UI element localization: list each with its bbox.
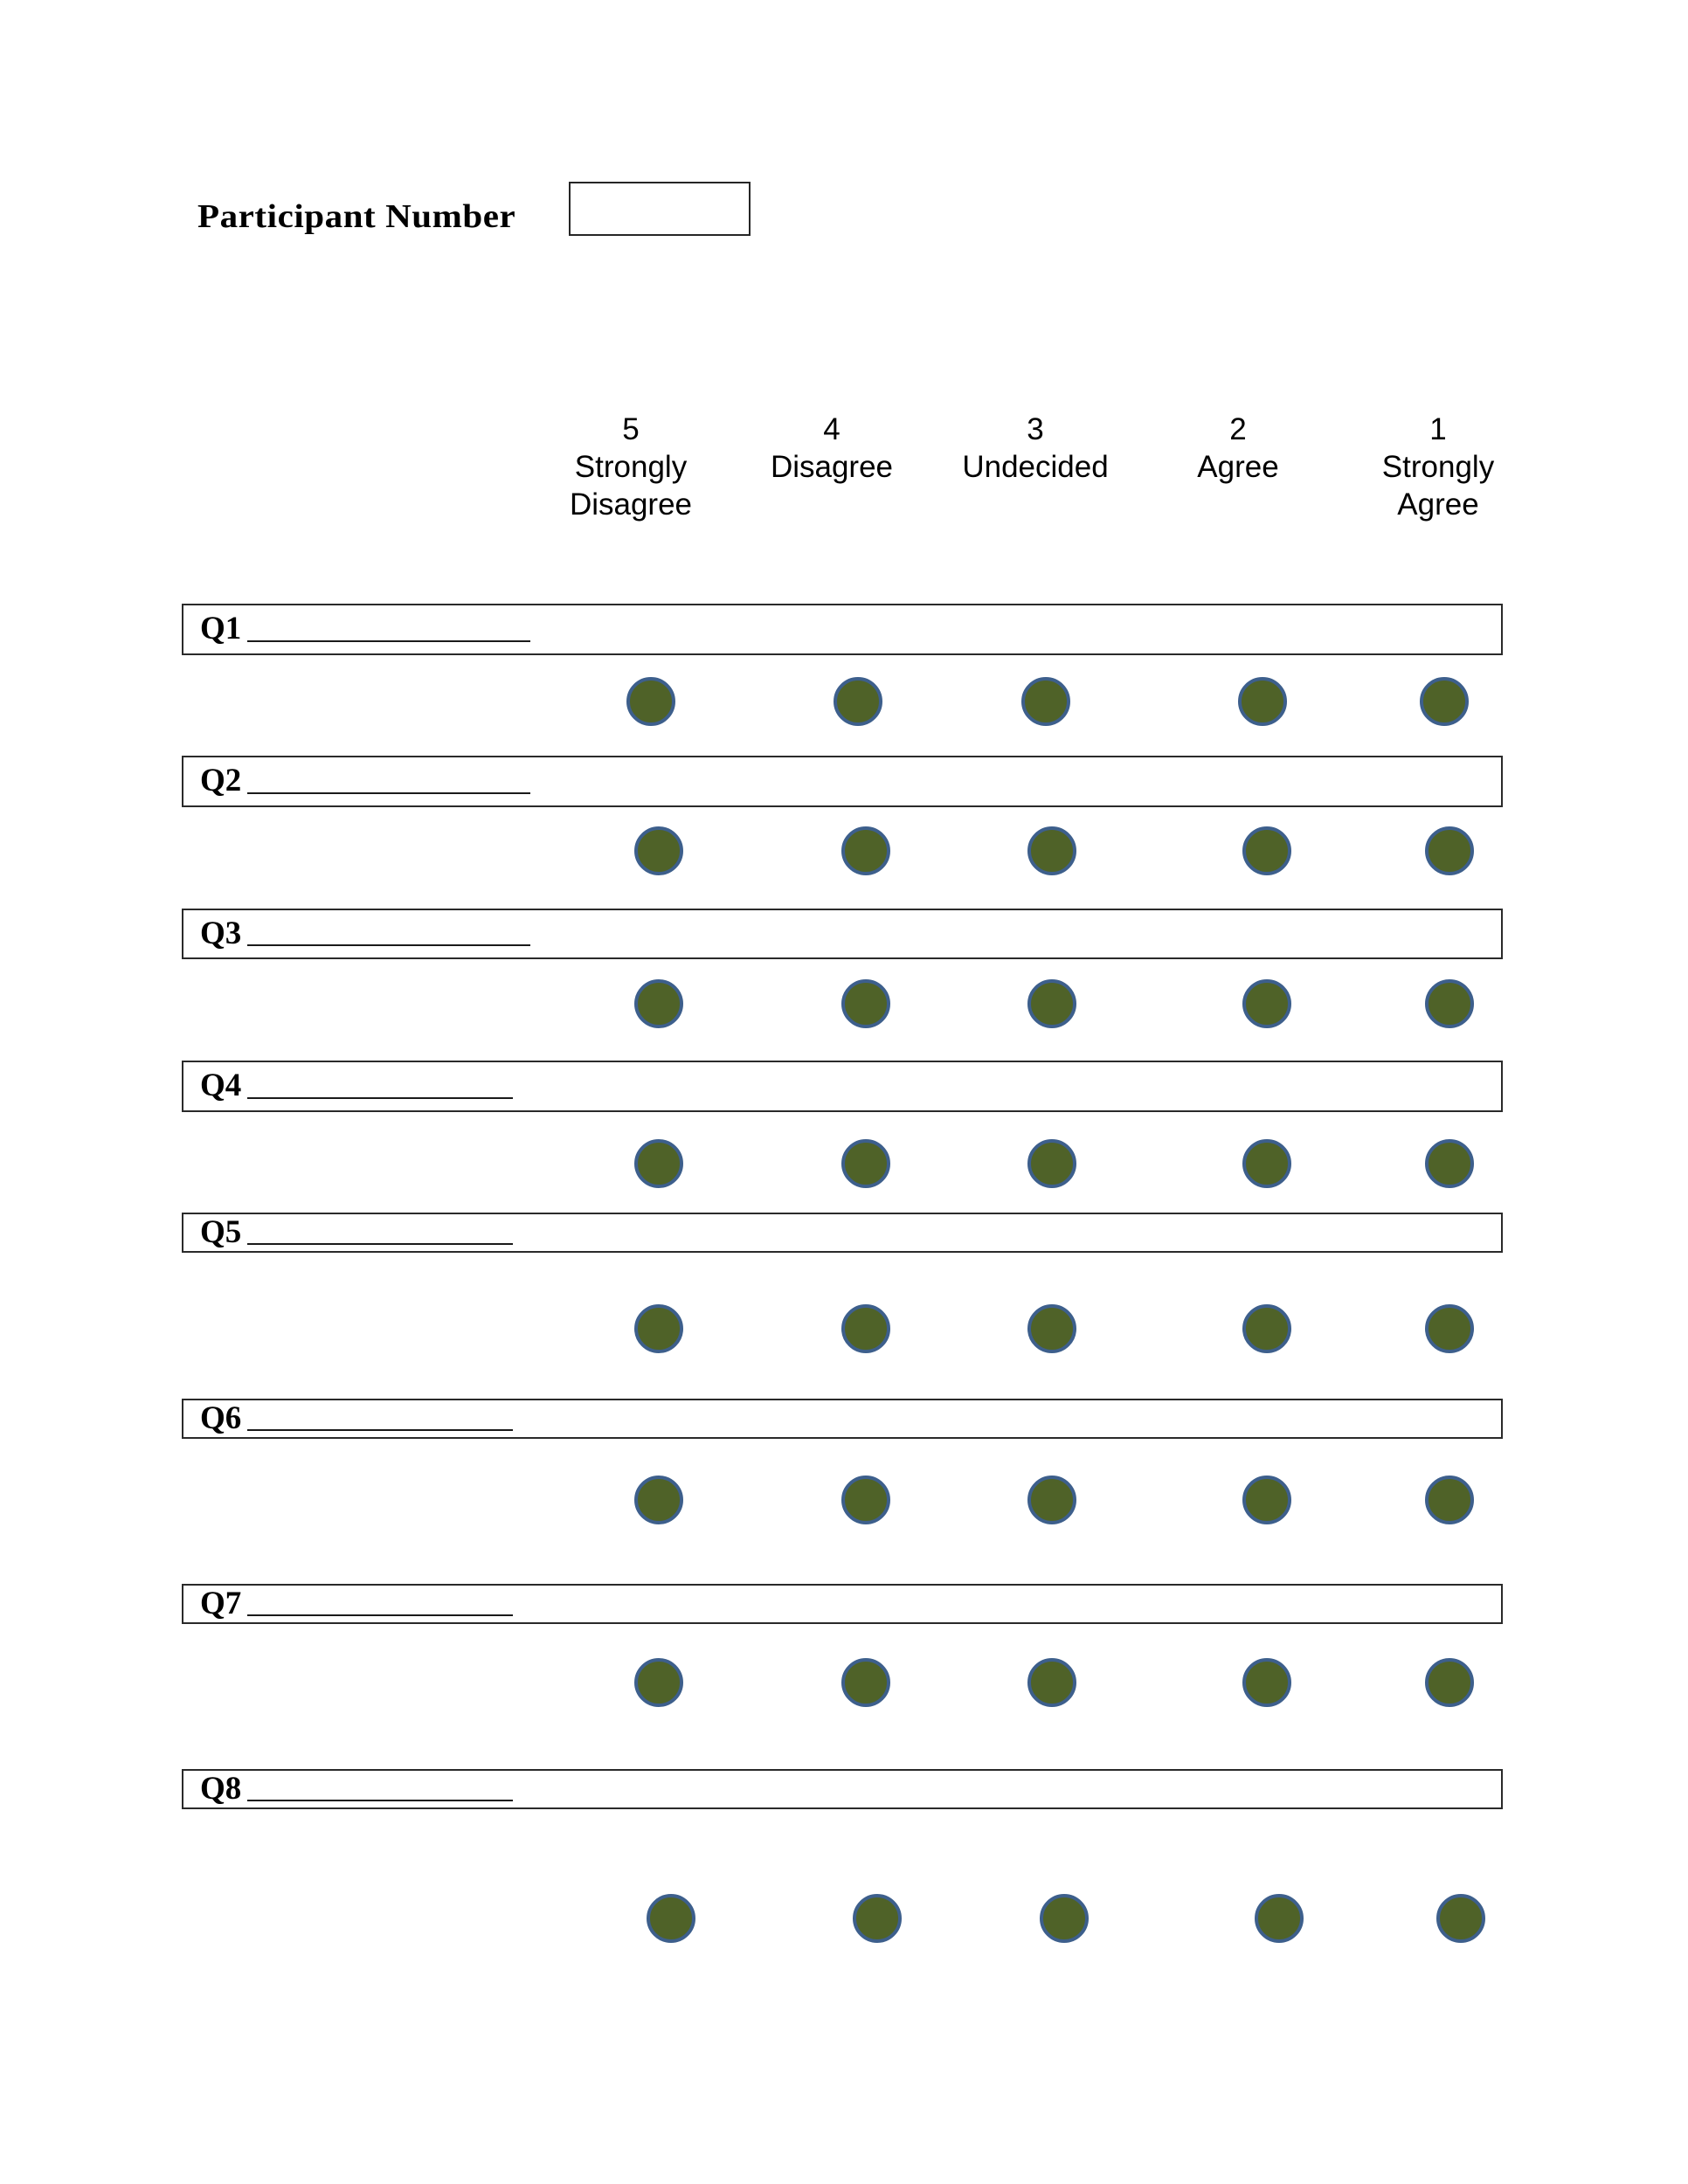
radio-option-3[interactable] (1027, 979, 1076, 1028)
question-label: Q2 (200, 763, 242, 798)
radio-option-5[interactable] (634, 1658, 683, 1707)
radio-option-1[interactable] (1436, 1894, 1485, 1943)
question-label: Q7 (200, 1586, 242, 1621)
radio-option-3[interactable] (1027, 1139, 1076, 1188)
radio-option-2[interactable] (1242, 1658, 1291, 1707)
radio-option-4[interactable] (841, 1476, 890, 1524)
question-label: Q4 (200, 1068, 242, 1103)
question-text-blank[interactable] (247, 1243, 513, 1245)
radio-option-2[interactable] (1242, 1476, 1291, 1524)
radio-option-1[interactable] (1425, 1139, 1474, 1188)
question-box[interactable]: Q4 (182, 1061, 1503, 1112)
scale-value: 4 (823, 412, 841, 446)
scale-label-line: Undecided (962, 450, 1109, 484)
radio-option-4[interactable] (841, 1658, 890, 1707)
scale-header-1: 1 Strongly Agree (1325, 411, 1552, 523)
radio-option-2[interactable] (1242, 826, 1291, 875)
radio-option-1[interactable] (1425, 1304, 1474, 1353)
radio-option-1[interactable] (1425, 826, 1474, 875)
radio-option-1[interactable] (1425, 1476, 1474, 1524)
radio-option-3[interactable] (1040, 1894, 1089, 1943)
question-label: Q1 (200, 611, 242, 646)
question-box[interactable]: Q2 (182, 756, 1503, 807)
radio-option-4[interactable] (834, 677, 882, 726)
radio-option-5[interactable] (634, 1304, 683, 1353)
scale-label-line: Agree (1197, 450, 1279, 484)
radio-option-2[interactable] (1238, 677, 1287, 726)
question-text-blank[interactable] (247, 1429, 513, 1431)
scale-value: 3 (1027, 412, 1044, 446)
questions-area: Q1 Q2 Q3 Q4 Q5 Q6 Q7 Q8 (0, 0, 1688, 2184)
radio-option-5[interactable] (634, 979, 683, 1028)
radio-option-5[interactable] (634, 1476, 683, 1524)
scale-label-line: Strongly (1381, 450, 1495, 484)
scale-label-line: Agree (1397, 487, 1479, 522)
question-box[interactable]: Q8 (182, 1769, 1503, 1809)
radio-option-1[interactable] (1425, 979, 1474, 1028)
scale-header-2: 2 Agree (1124, 411, 1352, 486)
radio-option-4[interactable] (841, 1139, 890, 1188)
radio-option-2[interactable] (1255, 1894, 1304, 1943)
radio-option-2[interactable] (1242, 1304, 1291, 1353)
participant-number-label: Participant Number (197, 198, 516, 235)
scale-header-3: 3 Undecided (922, 411, 1149, 486)
radio-option-5[interactable] (647, 1894, 695, 1943)
radio-option-2[interactable] (1242, 979, 1291, 1028)
radio-option-1[interactable] (1420, 677, 1469, 726)
question-text-blank[interactable] (247, 1614, 513, 1616)
scale-value: 1 (1429, 412, 1447, 446)
scale-label-line: Strongly (574, 450, 688, 484)
radio-option-4[interactable] (853, 1894, 902, 1943)
radio-option-5[interactable] (626, 677, 675, 726)
scale-header-5: 5 Strongly Disagree (517, 411, 744, 523)
question-label: Q6 (200, 1400, 242, 1436)
radio-option-5[interactable] (634, 1139, 683, 1188)
radio-option-4[interactable] (841, 826, 890, 875)
radio-option-3[interactable] (1027, 1304, 1076, 1353)
question-text-blank[interactable] (247, 791, 530, 794)
radio-option-1[interactable] (1425, 1658, 1474, 1707)
radio-option-3[interactable] (1027, 826, 1076, 875)
question-label: Q5 (200, 1214, 242, 1250)
question-text-blank[interactable] (247, 1096, 513, 1099)
question-text-blank[interactable] (247, 944, 530, 946)
radio-option-4[interactable] (841, 1304, 890, 1353)
question-box[interactable]: Q5 (182, 1213, 1503, 1253)
radio-option-4[interactable] (841, 979, 890, 1028)
question-label: Q8 (200, 1771, 242, 1807)
radio-option-3[interactable] (1027, 1476, 1076, 1524)
question-box[interactable]: Q7 (182, 1584, 1503, 1624)
scale-header-4: 4 Disagree (718, 411, 945, 486)
radio-option-3[interactable] (1021, 677, 1070, 726)
question-box[interactable]: Q6 (182, 1399, 1503, 1439)
scale-value: 2 (1229, 412, 1247, 446)
participant-number-input[interactable] (569, 182, 751, 236)
question-box[interactable]: Q1 (182, 604, 1503, 655)
scale-label-line: Disagree (770, 450, 894, 484)
question-text-blank[interactable] (247, 639, 530, 642)
scale-label-line: Disagree (569, 487, 693, 522)
question-box[interactable]: Q3 (182, 909, 1503, 959)
radio-option-5[interactable] (634, 826, 683, 875)
question-label: Q3 (200, 916, 242, 951)
radio-option-2[interactable] (1242, 1139, 1291, 1188)
question-text-blank[interactable] (247, 1800, 513, 1801)
radio-option-3[interactable] (1027, 1658, 1076, 1707)
scale-value: 5 (622, 412, 640, 446)
